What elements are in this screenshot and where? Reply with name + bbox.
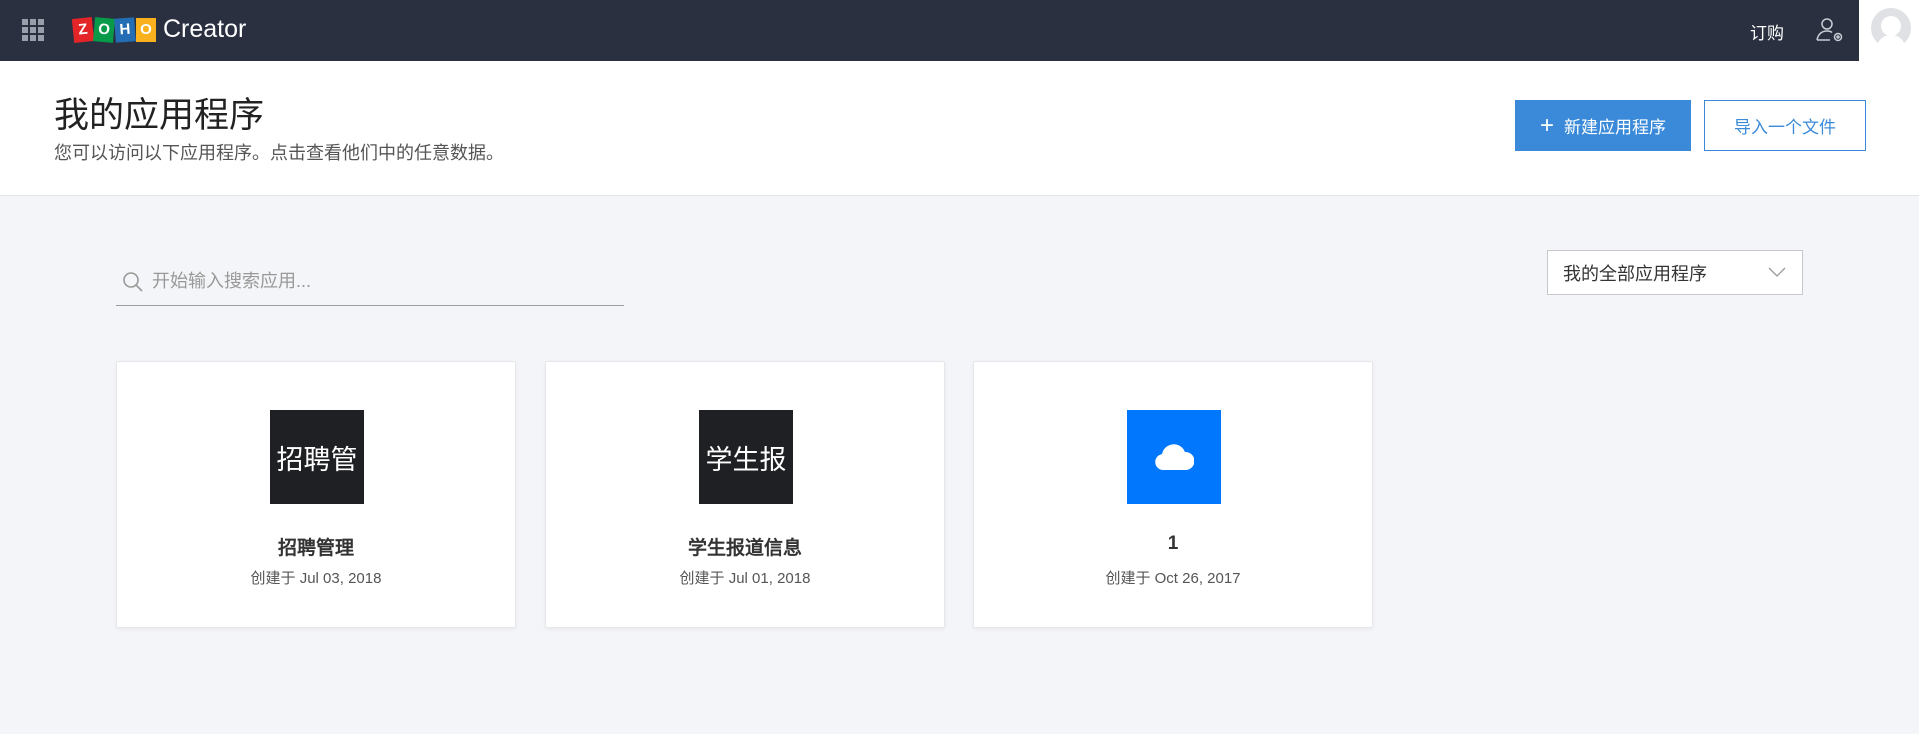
app-icon: 学生报 bbox=[699, 410, 793, 504]
app-filter-dropdown[interactable]: 我的全部应用程序 bbox=[1547, 250, 1803, 295]
new-app-label: 新建应用程序 bbox=[1564, 118, 1666, 137]
zoho-creator-logo[interactable]: Z O H O Creator bbox=[71, 15, 247, 44]
logo-letter: H bbox=[114, 16, 136, 43]
search-icon bbox=[123, 271, 143, 292]
app-icon: 招聘管 bbox=[270, 410, 364, 504]
top-bar: Z O H O Creator 订购 bbox=[0, 0, 1859, 61]
new-app-button[interactable]: + 新建应用程序 bbox=[1515, 100, 1691, 151]
profile-avatar[interactable] bbox=[1859, 0, 1919, 61]
import-file-button[interactable]: 导入一个文件 bbox=[1704, 100, 1866, 151]
app-icon bbox=[1127, 410, 1221, 504]
dropdown-value: 我的全部应用程序 bbox=[1563, 263, 1707, 284]
product-name: Creator bbox=[163, 15, 247, 43]
app-grid-icon[interactable] bbox=[22, 19, 44, 41]
app-card[interactable]: 学生报 学生报道信息 创建于 Jul 01, 2018 bbox=[545, 361, 945, 628]
avatar-icon bbox=[1871, 8, 1911, 46]
app-card[interactable]: 1 创建于 Oct 26, 2017 bbox=[973, 361, 1373, 628]
plus-icon: + bbox=[1539, 111, 1554, 139]
page-subtitle: 您可以访问以下应用程序。点击查看他们中的任意数据。 bbox=[54, 143, 504, 163]
logo-letter: Z bbox=[71, 16, 95, 43]
page-header: 我的应用程序 您可以访问以下应用程序。点击查看他们中的任意数据。 + 新建应用程序… bbox=[0, 61, 1919, 196]
logo-letter: O bbox=[136, 17, 156, 42]
user-settings-icon[interactable] bbox=[1815, 16, 1845, 44]
app-card[interactable]: 招聘管 招聘管理 创建于 Jul 03, 2018 bbox=[116, 361, 516, 628]
cloud-icon bbox=[1155, 444, 1194, 470]
chevron-down-icon bbox=[1768, 267, 1786, 277]
search-input[interactable] bbox=[152, 271, 592, 292]
page-title: 我的应用程序 bbox=[54, 96, 265, 135]
search-box bbox=[116, 258, 624, 306]
app-created-date: 创建于 Jul 01, 2018 bbox=[679, 570, 811, 587]
logo-letter: O bbox=[92, 16, 116, 43]
order-link[interactable]: 订购 bbox=[1750, 19, 1784, 44]
app-name[interactable]: 招聘管理 bbox=[117, 533, 515, 560]
app-name[interactable]: 学生报道信息 bbox=[546, 533, 944, 560]
app-created-date: 创建于 Oct 26, 2017 bbox=[1105, 570, 1241, 587]
app-name[interactable]: 1 bbox=[974, 533, 1372, 555]
app-created-date: 创建于 Jul 03, 2018 bbox=[250, 570, 382, 587]
